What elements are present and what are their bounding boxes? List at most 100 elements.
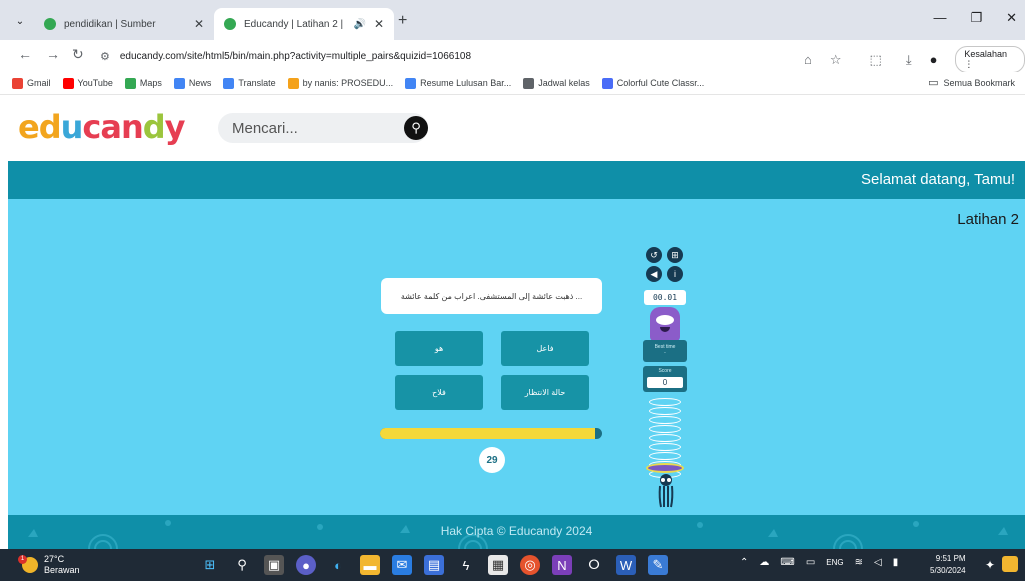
close-tab-icon[interactable]: ✕ <box>374 17 384 31</box>
translate-icon[interactable]: ⌂ <box>804 52 812 67</box>
logo-letter: c <box>82 108 101 146</box>
chat-icon[interactable]: ● <box>296 555 316 575</box>
bookmark-item[interactable]: by nanis: PROSEDU... <box>287 77 393 89</box>
copilot-icon[interactable]: ⵔ <box>584 555 604 575</box>
sound-icon[interactable]: ◀ <box>646 266 662 282</box>
file-explorer-icon[interactable]: ▬ <box>360 555 380 575</box>
progress-bar <box>380 428 602 439</box>
notification-icon[interactable]: ✦ <box>985 558 995 572</box>
task-view-icon[interactable]: ▣ <box>264 555 284 575</box>
mascot-monster <box>650 307 680 341</box>
chrome-icon[interactable]: ◎ <box>520 555 540 575</box>
keyboard-icon[interactable]: ⌨ <box>780 557 794 568</box>
onenote-icon[interactable]: N <box>552 555 572 575</box>
back-arrow-icon[interactable]: ← <box>18 46 32 62</box>
bookmark-star-icon[interactable]: ☆ <box>830 52 842 68</box>
bookmark-item[interactable]: Resume Lulusan Bar... <box>405 77 511 89</box>
windows-start-icon[interactable]: ⊞ <box>200 555 220 575</box>
bookmark-favicon-icon <box>173 77 185 89</box>
widget-app-icon[interactable] <box>1002 556 1018 572</box>
display-icon[interactable]: ▭ <box>806 557 815 568</box>
store-icon[interactable]: ▤ <box>424 555 444 575</box>
site-favicon-icon <box>224 18 236 30</box>
menu-grid-icon[interactable]: ⊞ <box>667 247 683 263</box>
copyright-text: Hak Cipta © Educandy 2024 <box>440 524 593 538</box>
toolbar-actions: ⌂ ☆ ⬚ ⤓ ● Kesalahan ⋮ <box>804 46 1025 73</box>
wifi-icon[interactable]: ≋ <box>855 557 863 568</box>
answer-button-4[interactable]: فلاح <box>395 375 483 410</box>
taskbar-clock[interactable]: 9:51 PM 5/30/2024 <box>930 553 966 577</box>
speaker-icon[interactable]: 🔊 <box>353 19 365 30</box>
bookmark-item[interactable]: Gmail <box>12 77 51 89</box>
language-indicator[interactable]: ENG <box>826 558 843 567</box>
info-icon[interactable]: i <box>667 266 683 282</box>
forward-arrow-icon[interactable]: → <box>46 46 60 62</box>
bookmark-favicon-icon <box>601 77 613 89</box>
answer-button-1[interactable]: فاعل <box>501 331 589 366</box>
close-tab-icon[interactable]: ✕ <box>194 17 204 31</box>
logo-letter: e <box>18 108 40 146</box>
bookmark-item[interactable]: Translate <box>223 77 276 89</box>
bookmark-item[interactable]: Maps <box>124 77 162 89</box>
word-icon[interactable]: W <box>616 555 636 575</box>
weather-widget[interactable]: 1 27°C Berawan <box>18 554 80 576</box>
extensions-icon[interactable]: ⬚ <box>870 52 882 68</box>
chevron-up-icon[interactable]: ⌃ <box>740 557 748 568</box>
minimize-icon[interactable]: — <box>933 10 946 26</box>
power-automate-icon[interactable]: ϟ <box>456 555 476 575</box>
taskbar-apps: ⊞ ⚲ ▣ ● ◐ ▬ ✉ ▤ ϟ ▦ ◎ N ⵔ W ✎ <box>200 555 668 575</box>
educandy-logo[interactable]: educandy <box>18 108 185 146</box>
search-input[interactable] <box>230 118 404 138</box>
tab-pendidikan[interactable]: pendidikan | Sumber ✕ <box>34 8 214 40</box>
tentacle-creature <box>658 474 674 508</box>
mail-icon[interactable]: ✉ <box>392 555 412 575</box>
score-panel: Score 0 <box>643 366 687 392</box>
photos-icon[interactable]: ✎ <box>648 555 668 575</box>
answer-button-3[interactable]: حالة الانتظار <box>501 375 589 410</box>
system-tray: ⌃ ☁ ⌨ ▭ ENG ≋ ◁ ▮ <box>740 557 898 568</box>
logo-letter: d <box>142 108 166 146</box>
logo-letter: n <box>120 108 144 146</box>
battery-icon[interactable]: ▮ <box>893 557 899 568</box>
logo-letter: u <box>60 108 84 146</box>
edge-icon[interactable]: ◐ <box>328 555 348 575</box>
bookmark-item[interactable]: Jadwal kelas <box>523 77 590 89</box>
bookmark-favicon-icon <box>62 77 74 89</box>
close-window-icon[interactable]: ✕ <box>1006 10 1017 26</box>
progress-fill <box>380 428 596 439</box>
bookmark-favicon-icon <box>405 77 417 89</box>
calculator-icon[interactable]: ▦ <box>488 555 508 575</box>
bookmark-item[interactable]: News <box>173 77 211 89</box>
weather-icon: 1 <box>18 555 38 573</box>
bookmark-favicon-icon <box>287 77 299 89</box>
address-bar[interactable]: ⚙ educandy.com/site/html5/bin/main.php?a… <box>100 45 800 67</box>
avatar[interactable]: ● <box>930 52 938 67</box>
bookmark-item[interactable]: YouTube <box>62 77 113 89</box>
restart-icon[interactable]: ↺ <box>646 247 662 263</box>
question-counter: 29 <box>479 447 505 473</box>
download-icon[interactable]: ⤓ <box>906 52 912 68</box>
bookmarks-bar: Gmail YouTube Maps News Translate by nanis: P… <box>0 72 1025 95</box>
search-icon[interactable]: ⚲ <box>404 116 428 140</box>
all-bookmarks-button[interactable]: ▭ Semua Bookmark <box>928 76 1015 89</box>
site-info-icon[interactable]: ⚙ <box>100 50 110 63</box>
bookmark-item[interactable]: Colorful Cute Classr... <box>601 77 704 89</box>
search-icon[interactable]: ⚲ <box>232 555 252 575</box>
bookmark-favicon-icon <box>523 77 535 89</box>
welcome-text: Selamat datang, Tamu! <box>861 171 1015 188</box>
tab-educandy[interactable]: Educandy | Latihan 2 | Multi 🔊 ✕ <box>214 8 394 40</box>
logo-letter: d <box>38 108 62 146</box>
volume-icon[interactable]: ◁ <box>874 557 882 568</box>
cloud-icon[interactable]: ☁ <box>759 557 769 568</box>
timer-display: 00.01 <box>644 290 686 305</box>
reload-icon[interactable]: ↻ <box>72 46 84 63</box>
tab-search-chevron-icon[interactable]: ⌄ <box>10 12 30 30</box>
restore-icon[interactable]: ❐ <box>970 10 982 26</box>
answer-button-2[interactable]: هو <box>395 331 483 366</box>
site-search: ⚲ <box>218 113 428 143</box>
question-card: ... ذهبت عائشة إلى المستشفى. اعراب من كل… <box>381 278 602 314</box>
best-time-panel: Best time - <box>643 340 687 362</box>
profile-button[interactable]: Kesalahan ⋮ <box>955 46 1025 73</box>
score-value: 0 <box>647 377 683 388</box>
new-tab-button[interactable]: + <box>398 12 407 30</box>
